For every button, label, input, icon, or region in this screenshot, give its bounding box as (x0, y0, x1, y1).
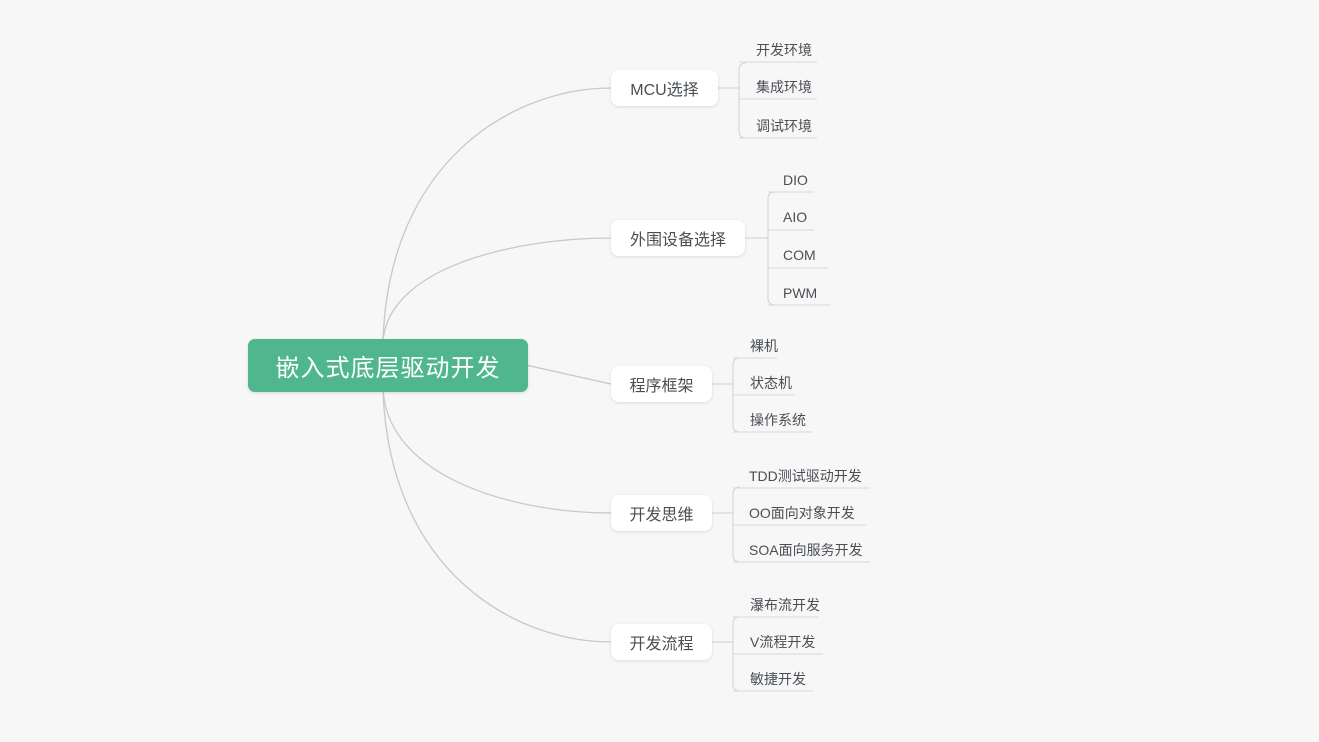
branch-node[interactable]: 外围设备选择 (611, 220, 745, 256)
branch-node[interactable]: MCU选择 (611, 70, 718, 106)
branch-node-label: MCU选择 (630, 82, 699, 99)
leaf-node[interactable]: 敏捷开发 (746, 670, 810, 691)
branch-node[interactable]: 开发流程 (611, 624, 712, 660)
mindmap-canvas: 嵌入式底层驱动开发 MCU选择 开发环境集成环境调试环境外围设备选择 DIO AIO C… (0, 0, 1319, 742)
root-node-label: 嵌入式底层驱动开发 (275, 355, 501, 382)
branch-node-label: 外围设备选择 (629, 232, 726, 249)
leaf-node[interactable]: 瀑布流开发 (746, 596, 824, 617)
leaf-node[interactable]: 状态机 (746, 374, 796, 395)
leaf-node[interactable]: TDD测试驱动开发 (745, 467, 866, 488)
leaf-node[interactable]: 操作系统 (746, 411, 810, 432)
leaf-node[interactable]: SOA面向服务开发 (745, 541, 867, 562)
branch-node-label: 开发流程 (629, 636, 694, 653)
branch-node[interactable]: 程序框架 (611, 366, 712, 402)
leaf-node[interactable]: V流程开发 (746, 633, 819, 654)
leaf-node[interactable]: AIO (779, 208, 811, 229)
leaf-node[interactable]: OO面向对象开发 (745, 504, 859, 525)
branch-node-label: 程序框架 (629, 378, 694, 395)
leaf-node[interactable]: 调试环境 (752, 117, 816, 138)
branch-node[interactable]: 开发思维 (611, 495, 712, 531)
leaf-node[interactable]: 集成环境 (752, 78, 816, 99)
leaf-node[interactable]: 裸机 (746, 337, 782, 358)
branch-node-label: 开发思维 (629, 507, 694, 524)
leaf-node[interactable]: DIO (779, 171, 812, 192)
leaf-node[interactable]: COM (779, 246, 820, 267)
root-node[interactable]: 嵌入式底层驱动开发 (248, 339, 528, 392)
leaf-node[interactable]: 开发环境 (752, 41, 816, 62)
leaf-node[interactable]: PWM (779, 284, 821, 305)
